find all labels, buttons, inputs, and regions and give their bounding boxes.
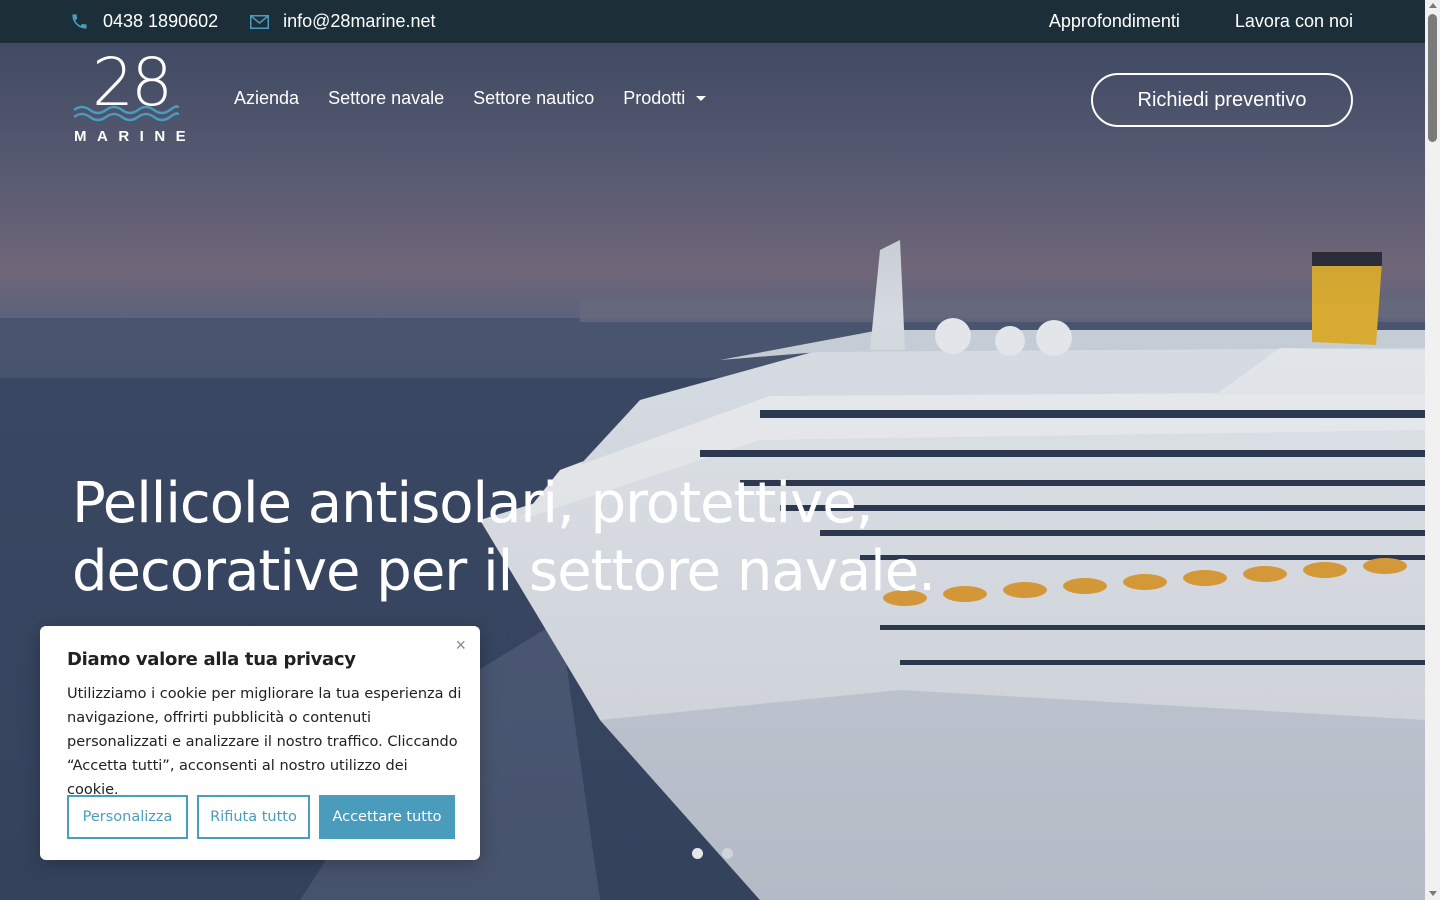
envelope-icon (250, 14, 270, 29)
nav-item-label: Settore navale (328, 88, 445, 108)
phone-icon (72, 14, 87, 29)
phone-number: 0438 1890602 (103, 11, 219, 31)
cookie-text: Utilizziamo i cookie per migliorare la t… (67, 686, 462, 798)
main-nav: Azienda Settore navale Settore nautico P… (234, 88, 735, 109)
top-contact-bar: 0438 1890602 info@28marine.net Approfond… (0, 0, 1425, 43)
carousel-dot-2[interactable] (722, 848, 733, 859)
scroll-down-icon[interactable] (1429, 891, 1437, 896)
close-icon[interactable]: × (455, 635, 466, 656)
cookie-consent-banner: × Diamo valore alla tua privacy Utilizzi… (40, 626, 480, 860)
nav-item-label: Prodotti (623, 88, 686, 108)
reject-all-button[interactable]: Rifiuta tutto (197, 795, 310, 839)
email-link[interactable]: info@28marine.net (250, 11, 435, 32)
nav-item-label: Azienda (234, 88, 300, 108)
top-links: Approfondimenti Lavora con noi (994, 0, 1353, 43)
link-lavora-con-noi[interactable]: Lavora con noi (1235, 11, 1353, 32)
link-approfondimenti[interactable]: Approfondimenti (1049, 11, 1180, 32)
logo-word: MARINE (74, 128, 197, 145)
cookie-buttons: Personalizza Rifiuta tutto Accettare tut… (67, 795, 464, 839)
caret-down-icon (696, 96, 707, 101)
scrollbar-thumb[interactable] (1428, 14, 1437, 142)
email-address: info@28marine.net (283, 11, 436, 31)
nav-item-prodotti[interactable]: Prodotti (623, 88, 707, 109)
hero-headline-line-2: decorative per il settore navale. (72, 539, 936, 604)
nav-item-azienda[interactable]: Azienda (234, 88, 299, 109)
hero-headline: Pellicole antisolari, protettive, decora… (72, 470, 936, 606)
customize-button[interactable]: Personalizza (67, 795, 188, 839)
accept-all-button[interactable]: Accettare tutto (319, 795, 455, 839)
waves-icon (73, 105, 180, 122)
nav-item-settore-navale[interactable]: Settore navale (328, 88, 444, 109)
cookie-title: Diamo valore alla tua privacy (67, 649, 356, 670)
nav-item-label: Settore nautico (473, 88, 595, 108)
phone-link[interactable]: 0438 1890602 (70, 11, 218, 32)
request-quote-button[interactable]: Richiedi preventivo (1091, 73, 1353, 127)
scroll-up-icon[interactable] (1429, 3, 1437, 8)
page-scrollbar[interactable] (1425, 0, 1440, 900)
nav-item-settore-nautico[interactable]: Settore nautico (473, 88, 594, 109)
hero-headline-line-1: Pellicole antisolari, protettive, (72, 471, 873, 536)
carousel-dot-1[interactable] (692, 848, 703, 859)
carousel-dots (692, 848, 752, 859)
logo[interactable]: 28 MARINE (72, 50, 186, 146)
contact-info: 0438 1890602 info@28marine.net (70, 0, 467, 43)
